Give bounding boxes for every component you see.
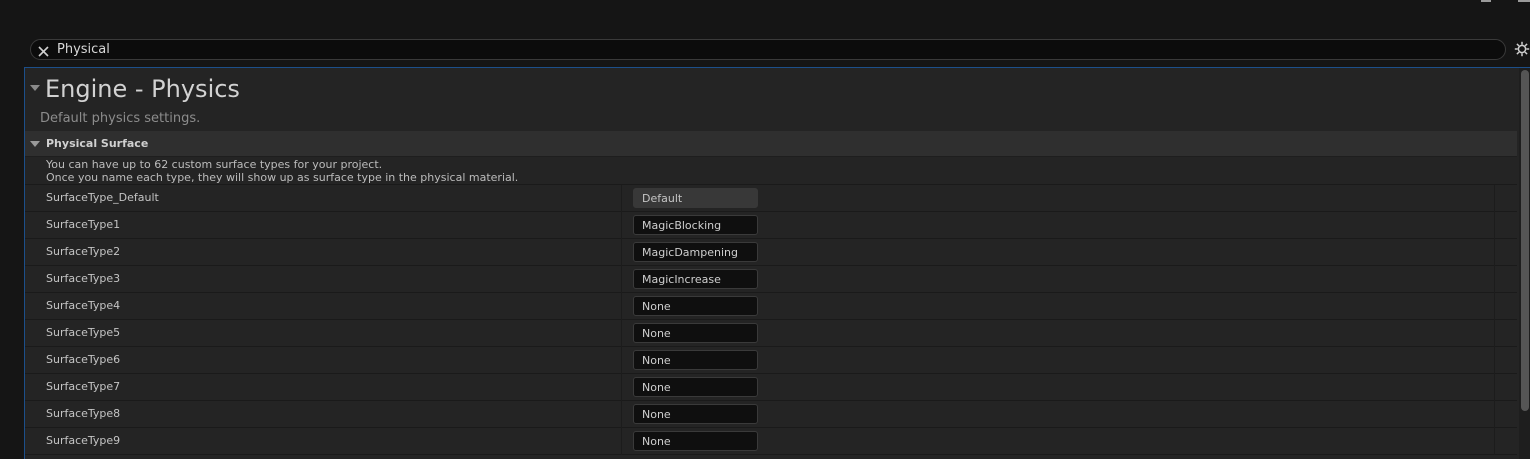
gear-icon[interactable] (1514, 41, 1530, 57)
row-divider (1494, 293, 1495, 320)
column-splitter[interactable] (621, 347, 622, 374)
details-panel: Engine - Physics Default physics setting… (24, 67, 1530, 459)
search-input[interactable] (57, 41, 1457, 58)
surface-type-field (633, 188, 758, 208)
property-label: SurfaceType8 (46, 407, 121, 420)
column-splitter[interactable] (621, 293, 622, 320)
row-divider (1494, 212, 1495, 239)
surface-type-field[interactable] (633, 269, 758, 289)
property-label: SurfaceType9 (46, 434, 121, 447)
scrollbar-thumb[interactable] (1521, 70, 1529, 411)
row-divider (1494, 374, 1495, 401)
search-bar (30, 39, 1506, 60)
row-divider (1494, 428, 1495, 455)
surface-type-field[interactable] (633, 431, 758, 451)
maximize-button[interactable] (1518, 0, 1530, 6)
close-icon[interactable] (37, 43, 50, 57)
property-row-surfacetype-default: SurfaceType_Default (25, 185, 1517, 212)
property-label: SurfaceType1 (46, 218, 121, 231)
column-splitter[interactable] (621, 266, 622, 293)
surface-type-field[interactable] (633, 215, 758, 235)
category-title: Physical Surface (46, 137, 149, 150)
property-label: SurfaceType3 (46, 272, 121, 285)
row-divider (1494, 401, 1495, 428)
category-note: You can have up to 62 custom surface typ… (25, 157, 1517, 185)
property-label: SurfaceType6 (46, 353, 121, 366)
column-splitter[interactable] (621, 185, 622, 212)
surface-type-field[interactable] (633, 242, 758, 262)
surface-type-field[interactable] (633, 404, 758, 424)
column-splitter[interactable] (621, 401, 622, 428)
section-header: Engine - Physics Default physics setting… (25, 68, 1519, 131)
row-divider (1494, 239, 1495, 266)
section-description: Default physics settings. (40, 111, 201, 126)
property-rows: SurfaceType_Default SurfaceType1 Surface… (25, 185, 1517, 455)
chevron-down-icon (30, 141, 40, 147)
category-header-physical-surface[interactable]: Physical Surface (25, 131, 1517, 157)
surface-type-field[interactable] (633, 377, 758, 397)
surface-type-field[interactable] (633, 296, 758, 316)
property-row-surfacetype3: SurfaceType3 (25, 266, 1517, 293)
category-note-line: Once you name each type, they will show … (46, 171, 519, 184)
column-splitter[interactable] (621, 320, 622, 347)
section-title: Engine - Physics (45, 75, 240, 103)
title-bar (0, 0, 1530, 36)
row-divider (1494, 320, 1495, 347)
column-splitter[interactable] (621, 374, 622, 401)
property-row-surfacetype5: SurfaceType5 (25, 320, 1517, 347)
property-row-surfacetype8: SurfaceType8 (25, 401, 1517, 428)
category-note-line: You can have up to 62 custom surface typ… (46, 158, 383, 171)
column-splitter[interactable] (621, 428, 622, 455)
property-row-surfacetype7: SurfaceType7 (25, 374, 1517, 401)
column-splitter[interactable] (621, 212, 622, 239)
property-row-surfacetype9: SurfaceType9 (25, 428, 1517, 455)
property-row-surfacetype2: SurfaceType2 (25, 239, 1517, 266)
column-splitter[interactable] (621, 239, 622, 266)
row-divider (1494, 266, 1495, 293)
property-label: SurfaceType4 (46, 299, 121, 312)
property-label: SurfaceType5 (46, 326, 121, 339)
property-row-surfacetype6: SurfaceType6 (25, 347, 1517, 374)
row-divider (1494, 185, 1495, 212)
surface-type-field[interactable] (633, 350, 758, 370)
property-row-surfacetype1: SurfaceType1 (25, 212, 1517, 239)
property-row-surfacetype4: SurfaceType4 (25, 293, 1517, 320)
surface-type-field[interactable] (633, 323, 758, 343)
collapse-caret-icon[interactable] (30, 85, 40, 91)
minimize-button[interactable] (1481, 0, 1491, 6)
property-label: SurfaceType_Default (46, 191, 159, 204)
property-label: SurfaceType2 (46, 245, 121, 258)
property-label: SurfaceType7 (46, 380, 121, 393)
row-divider (1494, 347, 1495, 374)
